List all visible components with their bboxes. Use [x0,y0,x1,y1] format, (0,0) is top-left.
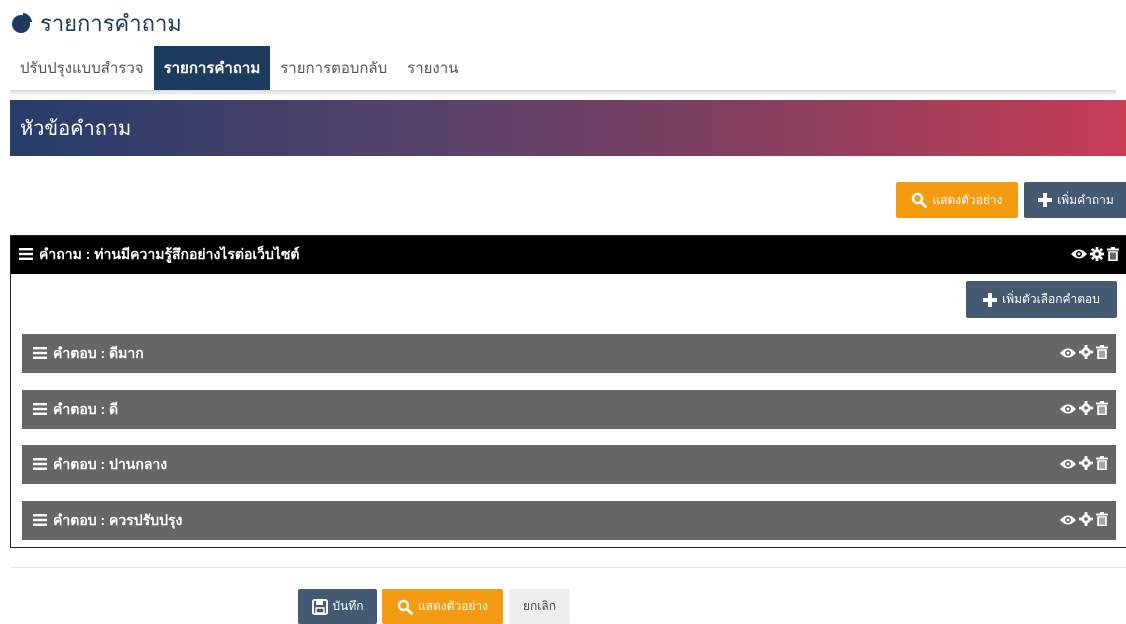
tab-bar: ปรับปรุงแบบสำรวจ รายการคำถาม รายการตอบกล… [10,46,468,90]
answer-row[interactable]: คำตอบ : ดีมาก [22,334,1116,373]
drag-handle-icon[interactable] [33,457,47,473]
cancel-button[interactable]: ยกเลิก [509,589,570,624]
section-title: หัวข้อคำถาม [20,118,132,140]
trash-icon[interactable] [1107,246,1119,264]
section-banner: หัวข้อคำถาม [10,100,1126,156]
gear-icon[interactable] [1079,512,1093,529]
answer-row[interactable]: คำตอบ : ดี [22,390,1116,429]
tab-report[interactable]: รายงาน [397,46,468,90]
question-header[interactable]: คำถาม : ท่านมีความรู้สึกอย่างไรต่อเว็บไซ… [11,236,1126,274]
answer-actions [1060,445,1108,484]
question-actions [1071,236,1119,274]
answer-row[interactable]: คำตอบ : ควรปรับปรุง [22,501,1116,540]
add-question-button[interactable]: เพิ่มคำถาม [1024,182,1126,218]
eye-icon[interactable] [1060,513,1076,529]
eye-icon[interactable] [1060,402,1076,418]
search-icon [911,192,928,208]
trash-icon[interactable] [1096,456,1108,473]
question-card: คำถาม : ท่านมีความรู้สึกอย่างไรต่อเว็บไซ… [10,235,1126,548]
tab-bar-shadow [10,90,1116,96]
gear-icon[interactable] [1079,456,1093,473]
tab-responses[interactable]: รายการตอบกลับ [270,46,397,90]
pie-chart-icon [10,11,34,35]
floppy-disk-icon [311,598,328,615]
add-answer-option-label: เพิ่มตัวเลือกคำตอบ [1002,292,1100,306]
gear-icon[interactable] [1079,345,1093,362]
preview-button-footer[interactable]: แสดงตัวอย่าง [382,589,503,624]
answer-actions [1060,334,1108,373]
eye-icon[interactable] [1071,247,1087,263]
drag-handle-icon[interactable] [33,402,47,418]
eye-icon[interactable] [1060,457,1076,473]
preview-button-label: แสดงตัวอย่าง [932,192,1003,207]
gear-icon[interactable] [1090,246,1104,264]
question-text: คำถาม : ท่านมีความรู้สึกอย่างไรต่อเว็บไซ… [39,246,300,262]
eye-icon[interactable] [1060,346,1076,362]
answer-text: คำตอบ : ปานกลาง [53,455,168,472]
trash-icon[interactable] [1096,345,1108,362]
answer-actions [1060,390,1108,429]
answer-text: คำตอบ : ดีมาก [53,344,144,361]
add-question-label: เพิ่มคำถาม [1057,192,1114,207]
tab-question-list[interactable]: รายการคำถาม [153,46,271,90]
preview-button[interactable]: แสดงตัวอย่าง [896,182,1018,218]
drag-handle-icon[interactable] [33,346,47,362]
answer-text: คำตอบ : ควรปรับปรุง [53,511,183,528]
save-button[interactable]: บันทึก [298,589,377,624]
drag-handle-icon[interactable] [33,513,47,529]
tab-edit-survey[interactable]: ปรับปรุงแบบสำรวจ [10,46,154,90]
page-title: รายการคำถาม [40,10,182,36]
trash-icon[interactable] [1096,401,1108,418]
trash-icon[interactable] [1096,512,1108,529]
gear-icon[interactable] [1079,401,1093,418]
plus-icon [983,292,998,307]
add-answer-option-button[interactable]: เพิ่มตัวเลือกคำตอบ [966,281,1117,318]
answer-actions [1060,501,1108,540]
drag-handle-icon[interactable] [19,247,33,263]
plus-icon [1038,193,1053,207]
footer-divider [10,567,1126,568]
save-button-label: บันทึก [332,599,364,613]
preview-button-footer-label: แสดงตัวอย่าง [417,599,489,613]
answer-row[interactable]: คำตอบ : ปานกลาง [22,445,1116,484]
cancel-button-label: ยกเลิก [522,599,557,613]
answer-text: คำตอบ : ดี [53,400,119,417]
page-header: รายการคำถาม [10,6,182,40]
search-icon [397,599,413,615]
